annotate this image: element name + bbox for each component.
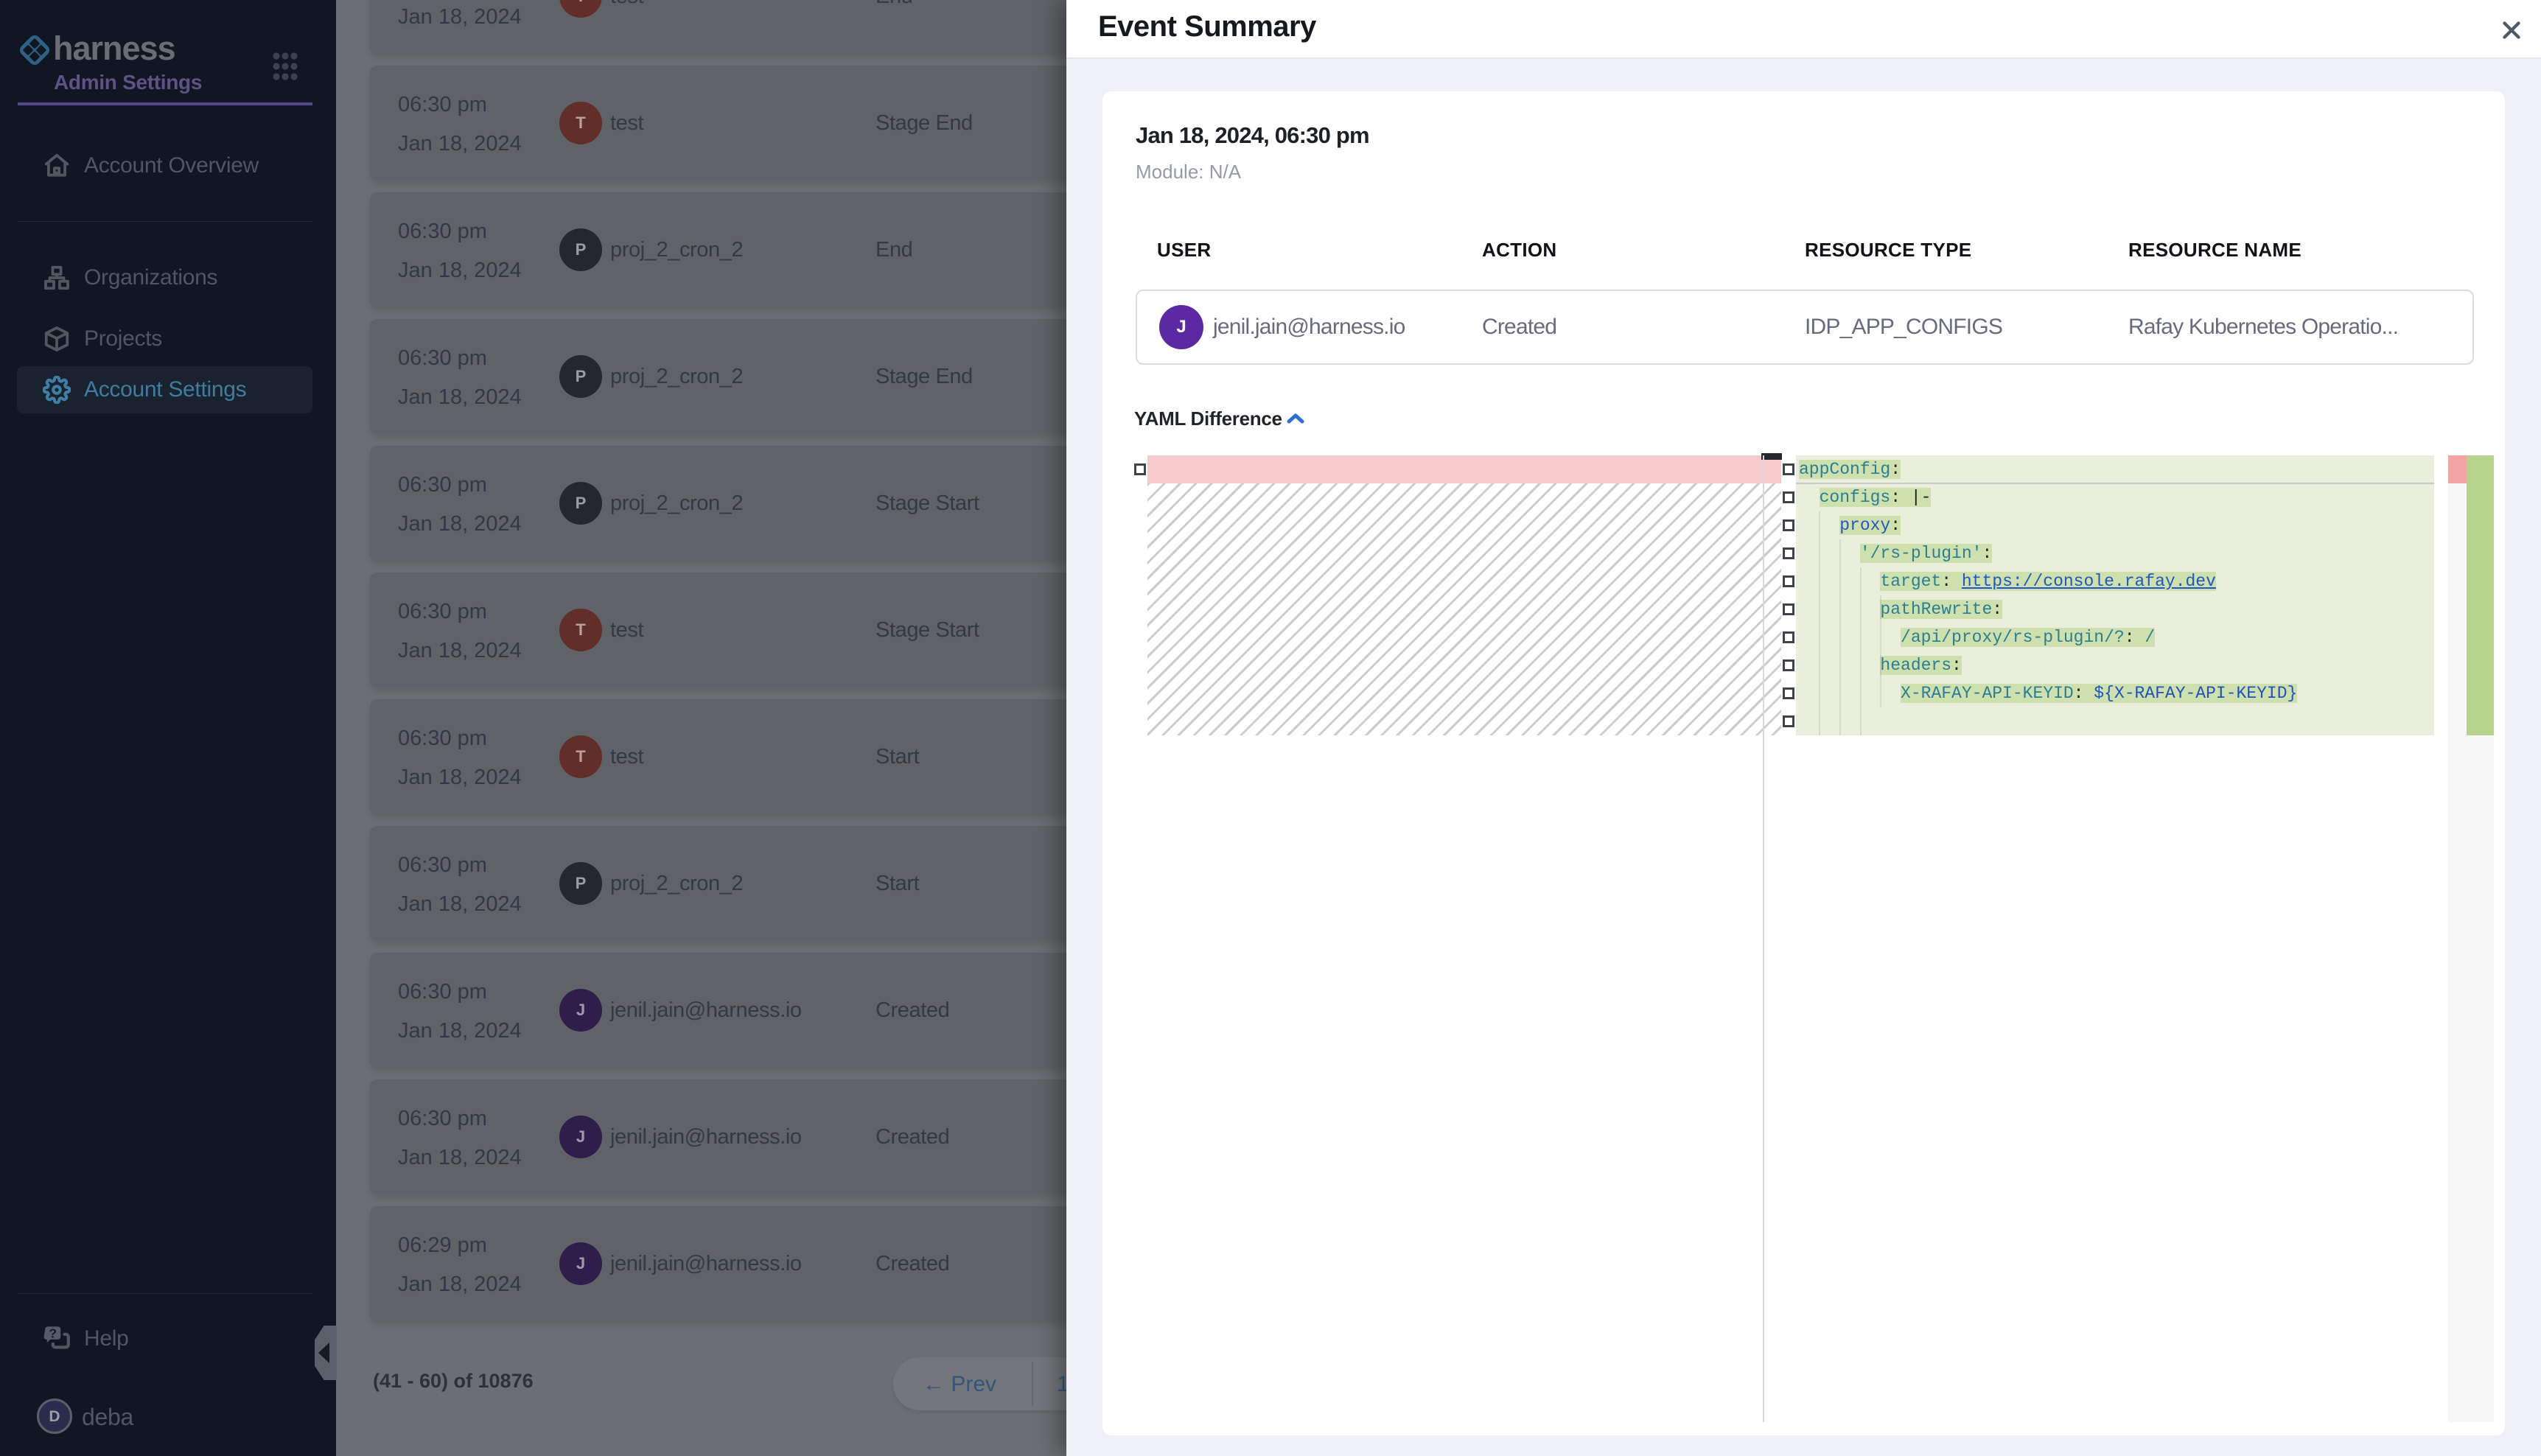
svg-text:?: ?	[49, 1326, 57, 1340]
